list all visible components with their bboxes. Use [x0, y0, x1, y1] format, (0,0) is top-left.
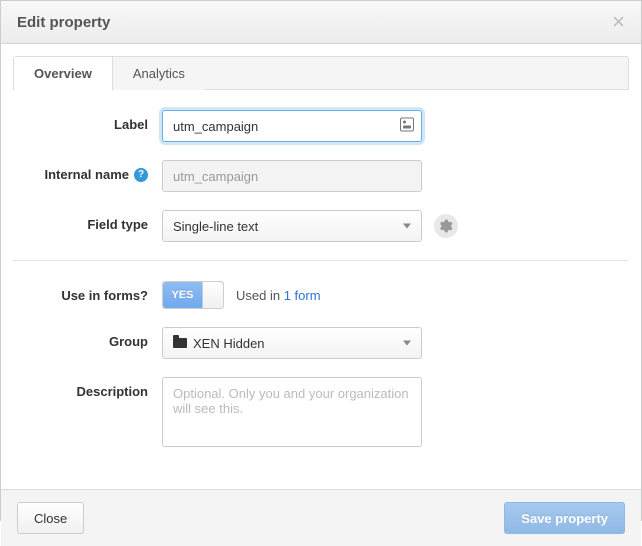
- close-button[interactable]: Close: [17, 502, 84, 534]
- label-field-type: Field type: [37, 210, 162, 232]
- dialog-footer: Close Save property: [1, 489, 641, 546]
- label-input[interactable]: [162, 110, 422, 142]
- label-use-in-forms: Use in forms?: [37, 281, 162, 303]
- gear-icon[interactable]: [434, 214, 458, 238]
- used-in-text: Used in 1 form: [236, 288, 321, 303]
- dialog-header: Edit property ×: [1, 1, 641, 44]
- close-icon[interactable]: ×: [612, 11, 625, 33]
- label-group: Group: [37, 327, 162, 349]
- dialog-title: Edit property: [17, 14, 110, 31]
- toggle-knob: [203, 282, 223, 308]
- help-icon[interactable]: ?: [134, 168, 148, 182]
- label-label: Label: [37, 110, 162, 132]
- contact-card-icon: [400, 118, 414, 135]
- chevron-down-icon: [403, 224, 411, 229]
- edit-property-dialog: Edit property × Overview Analytics Label…: [0, 0, 642, 521]
- label-description: Description: [37, 377, 162, 399]
- folder-icon: [173, 336, 193, 351]
- tabs: Overview Analytics: [13, 56, 629, 90]
- tab-panel-overview: Label Internal name ? Field type Single-…: [13, 89, 629, 489]
- used-in-link[interactable]: 1 form: [284, 288, 321, 303]
- description-textarea[interactable]: [162, 377, 422, 447]
- tab-overview[interactable]: Overview: [14, 57, 113, 91]
- divider: [13, 260, 629, 261]
- save-property-button[interactable]: Save property: [504, 502, 625, 534]
- internal-name-input: [162, 160, 422, 192]
- group-select[interactable]: XEN Hidden: [162, 327, 422, 359]
- label-internal-name: Internal name ?: [37, 160, 162, 182]
- field-type-select[interactable]: Single-line text: [162, 210, 422, 242]
- use-in-forms-toggle[interactable]: YES: [162, 281, 224, 309]
- tab-analytics[interactable]: Analytics: [113, 57, 205, 90]
- chevron-down-icon: [403, 341, 411, 346]
